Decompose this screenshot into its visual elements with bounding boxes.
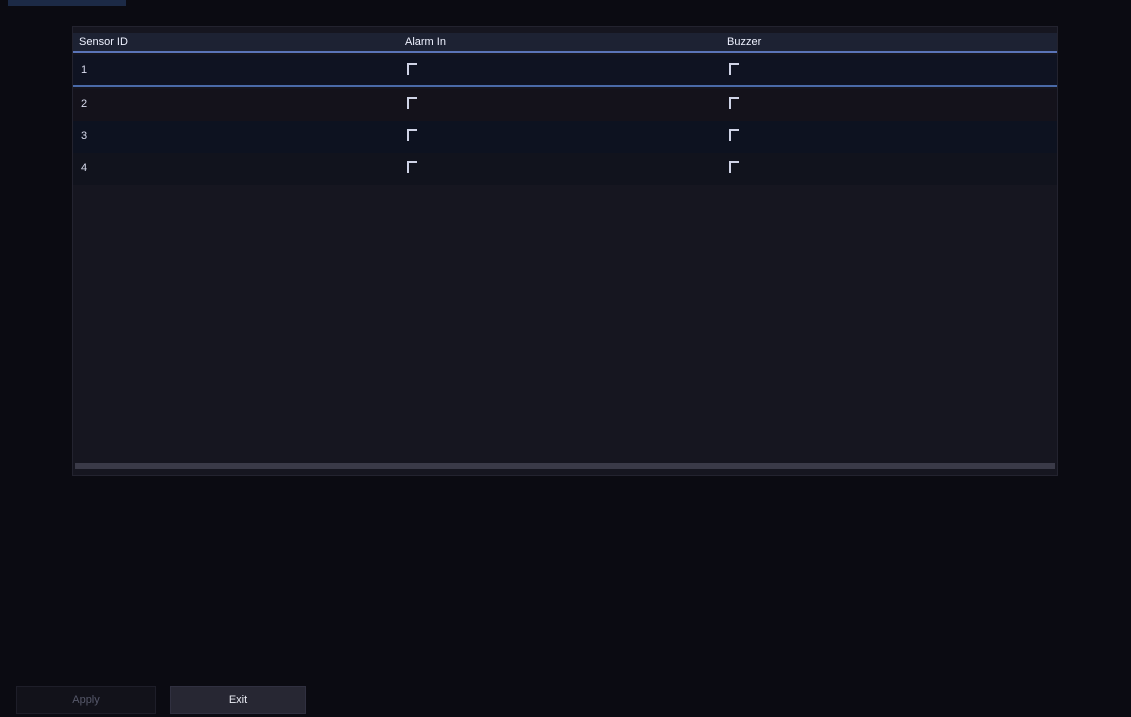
header-column-3[interactable]: Buzzer [727, 36, 761, 48]
header-column-2[interactable]: Alarm In [405, 36, 446, 48]
sensor-table-panel: Sensor ID Alarm In Buzzer 1 2 3 4 [72, 26, 1058, 476]
apply-button[interactable]: Apply [16, 686, 156, 714]
sensor-id-cell: 2 [81, 98, 88, 110]
column-2-checkbox[interactable] [407, 97, 417, 109]
horizontal-scrollbar[interactable] [75, 463, 1055, 469]
column-3-checkbox[interactable] [729, 97, 739, 109]
sensor-id-cell: 1 [81, 64, 88, 76]
header-sensor-id: Sensor ID [79, 36, 128, 48]
sensor-id-cell: 3 [81, 130, 88, 142]
column-3-checkbox[interactable] [729, 161, 739, 173]
exit-button[interactable]: Exit [170, 686, 306, 714]
top-tab-indicator [8, 0, 126, 6]
table-row[interactable]: 1 [73, 55, 1057, 87]
scrollbar-thumb[interactable] [75, 463, 1055, 469]
column-2-checkbox[interactable] [407, 129, 417, 141]
column-2-checkbox[interactable] [407, 161, 417, 173]
table-row[interactable]: 3 [73, 121, 1057, 153]
column-2-checkbox[interactable] [407, 63, 417, 75]
table-row[interactable]: 2 [73, 89, 1057, 121]
column-3-checkbox[interactable] [729, 129, 739, 141]
table-header: Sensor ID Alarm In Buzzer [73, 33, 1057, 53]
sensor-id-cell: 4 [81, 162, 88, 174]
column-3-checkbox[interactable] [729, 63, 739, 75]
table-row[interactable]: 4 [73, 153, 1057, 185]
